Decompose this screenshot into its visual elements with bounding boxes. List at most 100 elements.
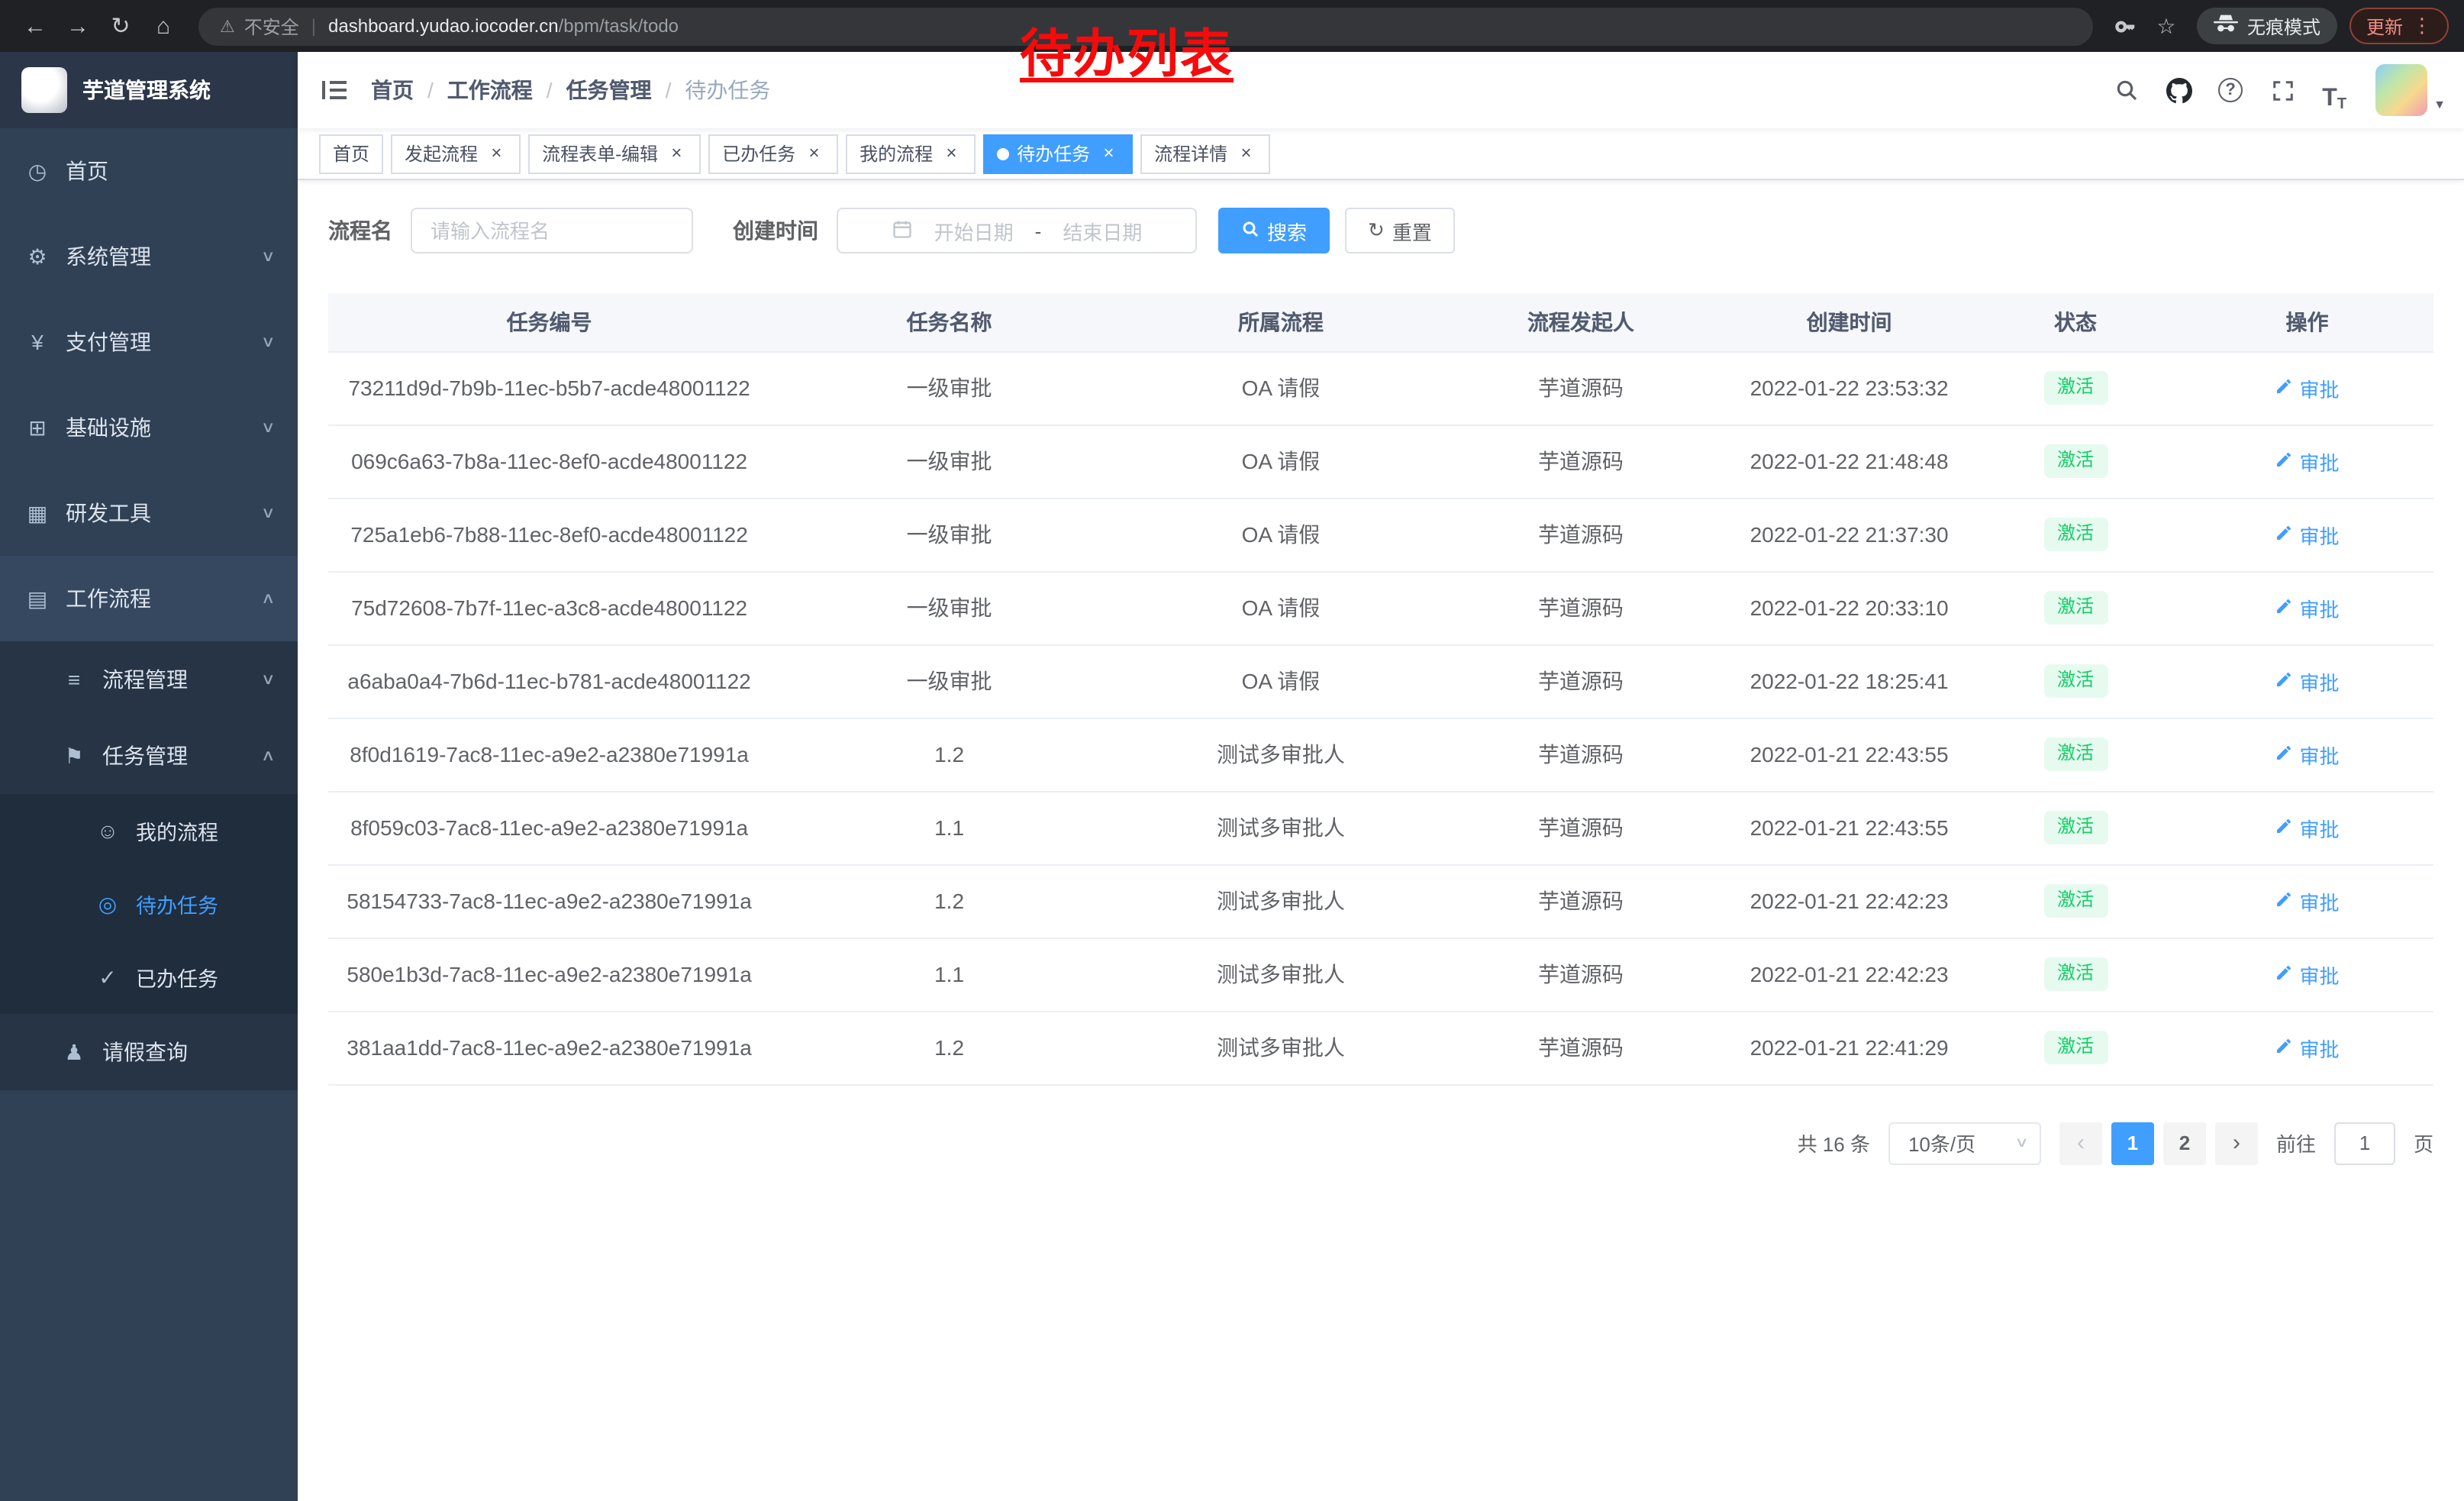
close-icon[interactable]: ×	[666, 143, 687, 164]
hamburger-icon[interactable]	[298, 52, 371, 128]
avatar[interactable]	[2375, 64, 2427, 116]
address-bar[interactable]: ⚠ 不安全 | dashboard.yudao.iocoder.cn/bpm/t…	[198, 7, 2093, 45]
sidebar-item-infrastructure[interactable]: ⊞ 基础设施 ∨	[0, 385, 298, 470]
date-range-picker[interactable]: 开始日期 - 结束日期	[837, 208, 1197, 253]
cell-created: 2022-01-22 23:53:32	[1728, 351, 1970, 424]
sidebar-item-leave-query[interactable]: ♟ 请假查询	[0, 1014, 298, 1090]
close-icon[interactable]: ×	[803, 143, 824, 164]
tab[interactable]: 已办任务 ×	[708, 134, 838, 173]
table-row: 75d72608-7b7f-11ec-a3c8-acde48001122 一级审…	[328, 571, 2433, 644]
next-page-button[interactable]: ›	[2215, 1122, 2258, 1164]
cell-task-name: 一级审批	[770, 424, 1128, 498]
tab-bar: 首页 × 发起流程 × 流程表单-编辑 ×	[298, 128, 2464, 180]
home-icon[interactable]: ⌂	[144, 6, 183, 46]
sidebar-item-process-management[interactable]: ≡ 流程管理 ∨	[0, 641, 298, 718]
sidebar-item-my-process[interactable]: ☺ 我的流程	[0, 794, 298, 867]
sidebar-item-done-tasks[interactable]: ✓ 已办任务	[0, 941, 298, 1014]
breadcrumb-workflow[interactable]: 工作流程	[447, 75, 533, 105]
audit-link[interactable]: 审批	[2275, 373, 2339, 402]
sidebar-item-payment[interactable]: ¥ 支付管理 ∨	[0, 299, 298, 385]
tab[interactable]: 流程详情 ×	[1140, 134, 1270, 173]
audit-link[interactable]: 审批	[2275, 813, 2339, 842]
monitor-icon: ⊞	[24, 415, 50, 441]
forward-icon[interactable]: →	[58, 6, 98, 46]
security-label[interactable]: 不安全	[244, 13, 299, 39]
reset-button[interactable]: ↻ 重置	[1345, 208, 1455, 253]
cell-task-id: 8f0d1619-7ac8-11ec-a9e2-a2380e71991a	[328, 718, 770, 791]
audit-link[interactable]: 审批	[2275, 667, 2339, 696]
chevron-down-icon: ∨	[260, 334, 275, 350]
process-name-input[interactable]	[411, 208, 693, 253]
tab[interactable]: 发起流程 ×	[391, 134, 521, 173]
prev-page-button[interactable]: ‹	[2059, 1122, 2102, 1164]
table-row: 8f0d1619-7ac8-11ec-a9e2-a2380e71991a 1.2…	[328, 718, 2433, 791]
sidebar-item-home[interactable]: ◷ 首页	[0, 128, 298, 214]
cell-task-id: 8f059c03-7ac8-11ec-a9e2-a2380e71991a	[328, 791, 770, 864]
app-logo[interactable]: 芋道管理系统	[0, 52, 298, 128]
sidebar-item-todo-tasks[interactable]: ◎ 待办任务	[0, 867, 298, 941]
cell-task-name: 1.2	[770, 864, 1128, 938]
cell-actions: 审批	[2181, 791, 2433, 864]
back-icon[interactable]: ←	[15, 6, 55, 46]
audit-link[interactable]: 审批	[2275, 520, 2339, 549]
update-button[interactable]: 更新 ⋮	[2350, 8, 2449, 44]
browser-menu-icon[interactable]: ⋮	[2412, 14, 2432, 38]
cell-status: 激活	[1970, 718, 2181, 791]
font-size-icon[interactable]: TT	[2311, 67, 2357, 113]
close-icon[interactable]: ×	[940, 143, 962, 164]
sidebar-item-task-management[interactable]: ⚑ 任务管理 ∧	[0, 718, 298, 794]
chevron-down-icon: ∨	[260, 671, 275, 688]
audit-link[interactable]: 审批	[2275, 1033, 2339, 1062]
close-icon[interactable]: ×	[485, 143, 507, 164]
start-date-placeholder: 开始日期	[934, 216, 1014, 245]
page-button-2[interactable]: 2	[2163, 1122, 2206, 1164]
tab[interactable]: 我的流程 ×	[846, 134, 976, 173]
sidebar-item-system[interactable]: ⚙ 系统管理 ∨	[0, 214, 298, 299]
cell-task-id: 580e1b3d-7ac8-11ec-a9e2-a2380e71991a	[328, 938, 770, 1011]
cell-process: 测试多审批人	[1128, 718, 1434, 791]
create-time-label: 创建时间	[733, 215, 818, 246]
status-badge: 激活	[2043, 591, 2108, 624]
sidebar-item-devtools[interactable]: ▦ 研发工具 ∨	[0, 470, 298, 556]
fullscreen-icon[interactable]	[2259, 67, 2305, 113]
key-icon[interactable]	[2108, 8, 2145, 44]
close-icon[interactable]: ×	[1235, 143, 1256, 164]
reload-icon[interactable]: ↻	[101, 6, 140, 46]
status-badge: 激活	[2043, 371, 2108, 404]
search-icon[interactable]	[2104, 67, 2150, 113]
cell-task-name: 一级审批	[770, 498, 1128, 571]
user-menu[interactable]: ▼	[2375, 64, 2446, 116]
cell-task-id: 381aa1dd-7ac8-11ec-a9e2-a2380e71991a	[328, 1011, 770, 1084]
breadcrumb-task-management[interactable]: 任务管理	[566, 75, 652, 105]
status-badge: 激活	[2043, 518, 2108, 550]
cell-task-id: a6aba0a4-7b6d-11ec-b781-acde48001122	[328, 644, 770, 718]
sidebar-item-workflow[interactable]: ▤ 工作流程 ∧	[0, 556, 298, 641]
edit-icon	[2275, 1036, 2293, 1059]
search-icon	[1241, 219, 1259, 242]
close-icon[interactable]: ×	[1098, 143, 1119, 164]
star-icon[interactable]: ☆	[2148, 8, 2185, 44]
search-button[interactable]: 搜索	[1218, 208, 1330, 253]
tab[interactable]: 流程表单-编辑 ×	[528, 134, 701, 173]
audit-link[interactable]: 审批	[2275, 593, 2339, 622]
page-size-select[interactable]: 10条/页 ∨	[1888, 1122, 2041, 1164]
goto-page-input[interactable]	[2334, 1122, 2395, 1164]
edit-icon	[2275, 376, 2293, 399]
audit-link[interactable]: 审批	[2275, 447, 2339, 476]
cell-process: OA 请假	[1128, 351, 1434, 424]
audit-link[interactable]: 审批	[2275, 960, 2339, 989]
github-icon[interactable]	[2156, 67, 2201, 113]
sidebar-item-label: 已办任务	[136, 962, 218, 993]
page-button-1[interactable]: 1	[2111, 1122, 2154, 1164]
cell-actions: 审批	[2181, 1011, 2433, 1084]
tab[interactable]: 首页 ×	[319, 134, 383, 173]
cell-status: 激活	[1970, 1011, 2181, 1084]
check-icon: ✓	[95, 964, 121, 990]
tab[interactable]: 待办任务 ×	[983, 134, 1133, 173]
audit-link[interactable]: 审批	[2275, 886, 2339, 915]
audit-link[interactable]: 审批	[2275, 740, 2339, 769]
cell-created: 2022-01-21 22:43:55	[1728, 718, 1970, 791]
help-icon[interactable]: ?	[2208, 67, 2253, 113]
breadcrumb-home[interactable]: 首页	[371, 75, 414, 105]
cell-task-name: 一级审批	[770, 351, 1128, 424]
